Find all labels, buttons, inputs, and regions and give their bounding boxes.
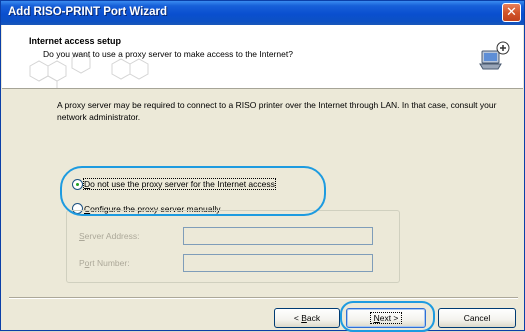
wizard-window: Add RISO-PRINT Port Wizard ✕ Internet ac… (0, 0, 525, 332)
radio-selected-dot (76, 183, 79, 186)
port-number-input[interactable] (183, 254, 373, 272)
title-bar[interactable]: Add RISO-PRINT Port Wizard ✕ (1, 1, 524, 25)
next-button[interactable]: Next > (346, 308, 426, 328)
proxy-description: A proxy server may be required to connec… (57, 100, 497, 122)
close-icon: ✕ (506, 4, 517, 19)
button-separator (9, 297, 518, 299)
server-address-input[interactable] (183, 227, 373, 245)
network-computer-plus-icon (479, 41, 510, 70)
no-proxy-radio[interactable] (72, 179, 83, 190)
server-address-label: Server Address: (79, 231, 140, 241)
port-number-label: Port Number: (79, 258, 130, 268)
proxy-settings-group (66, 210, 400, 283)
header-subtitle: Do you want to use a proxy server to mak… (43, 49, 293, 59)
cancel-button[interactable]: Cancel (438, 308, 516, 328)
wizard-header: Internet access setup Do you want to use… (2, 25, 523, 89)
no-proxy-label[interactable]: Do not use the proxy server for the Inte… (83, 178, 276, 190)
window-title: Add RISO-PRINT Port Wizard (8, 6, 167, 18)
header-title: Internet access setup (29, 36, 122, 46)
close-button[interactable]: ✕ (502, 3, 521, 22)
back-button[interactable]: < Back (274, 308, 340, 328)
